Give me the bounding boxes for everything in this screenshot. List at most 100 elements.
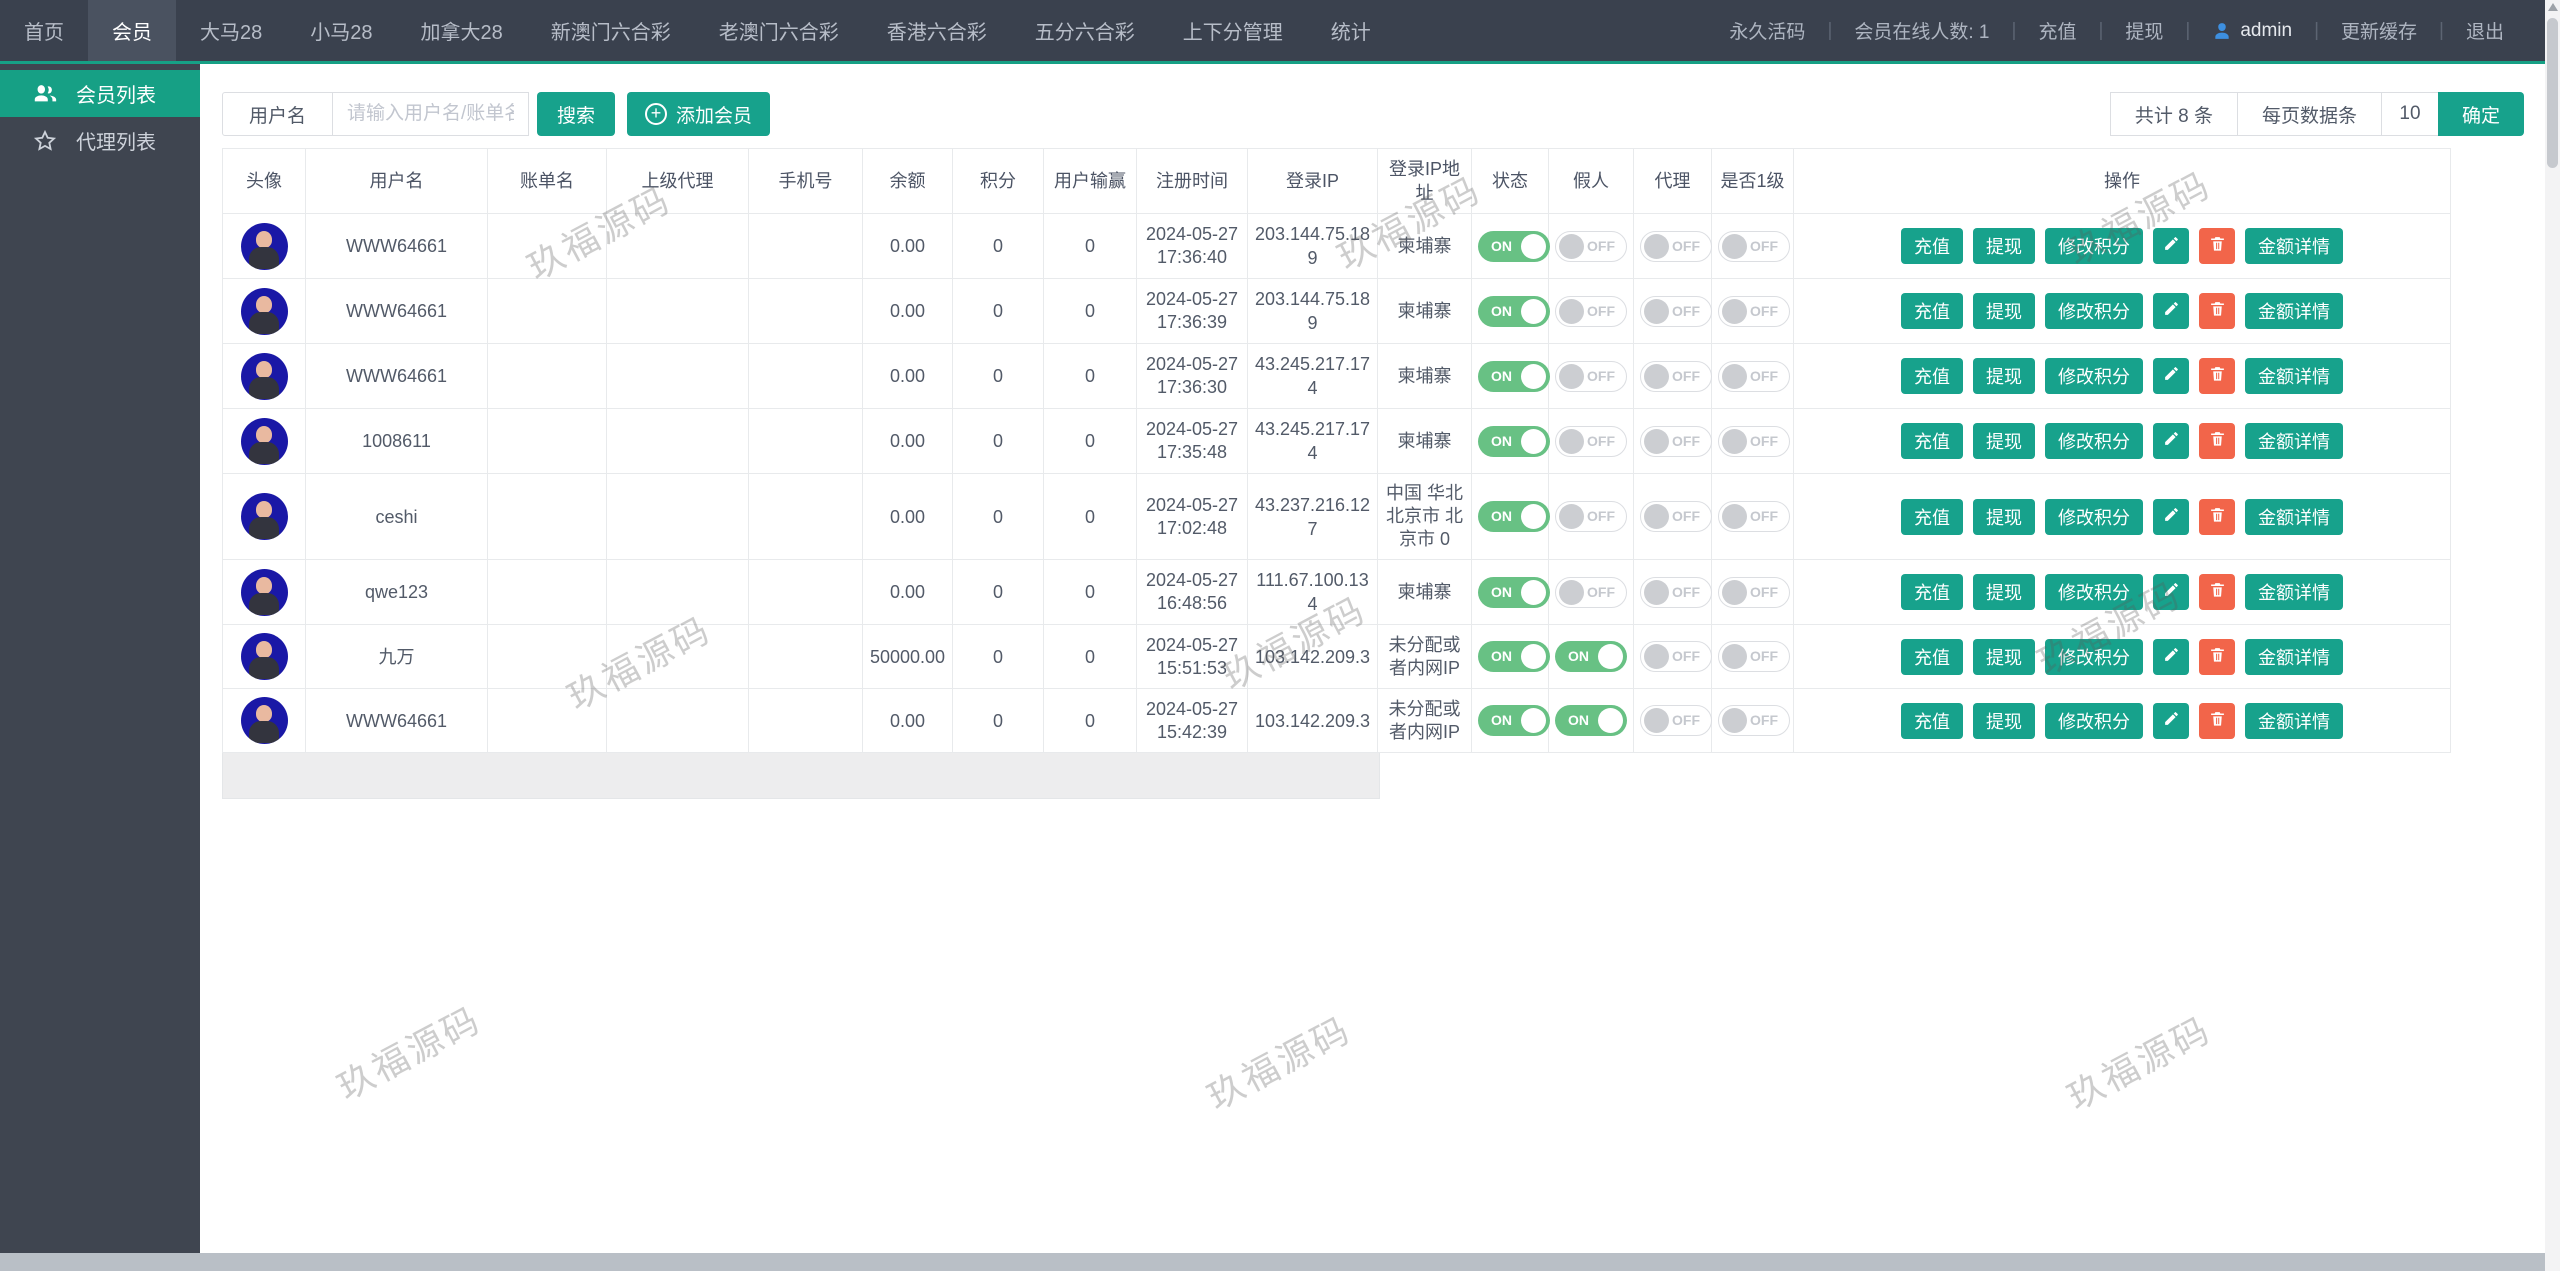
- level1-toggle[interactable]: OFF: [1718, 577, 1790, 608]
- fake-user-toggle[interactable]: ON: [1555, 705, 1627, 736]
- logout-link[interactable]: 退出: [2417, 17, 2504, 44]
- nav-menu-item[interactable]: 老澳门六合彩: [695, 0, 863, 61]
- withdraw-button[interactable]: 提现: [1973, 228, 2035, 264]
- fake-user-toggle[interactable]: OFF: [1555, 296, 1627, 327]
- edit-button[interactable]: [2153, 703, 2189, 739]
- withdraw-button[interactable]: 提现: [1973, 703, 2035, 739]
- amount-details-button[interactable]: 金额详情: [2245, 639, 2343, 675]
- level1-toggle[interactable]: OFF: [1718, 426, 1790, 457]
- edit-button[interactable]: [2153, 293, 2189, 329]
- recharge-button[interactable]: 充值: [1901, 293, 1963, 329]
- search-input[interactable]: [333, 92, 529, 136]
- level1-toggle[interactable]: OFF: [1718, 296, 1790, 327]
- status-toggle[interactable]: ON: [1478, 361, 1550, 392]
- recharge-button[interactable]: 充值: [1901, 574, 1963, 610]
- agent-toggle[interactable]: OFF: [1640, 296, 1712, 327]
- fake-user-toggle[interactable]: OFF: [1555, 231, 1627, 262]
- modify-points-button[interactable]: 修改积分: [2045, 358, 2143, 394]
- edit-button[interactable]: [2153, 639, 2189, 675]
- status-toggle[interactable]: ON: [1478, 577, 1550, 608]
- nav-menu-item[interactable]: 会员: [88, 0, 176, 61]
- agent-toggle[interactable]: OFF: [1640, 231, 1712, 262]
- amount-details-button[interactable]: 金额详情: [2245, 574, 2343, 610]
- level1-toggle[interactable]: OFF: [1718, 361, 1790, 392]
- fake-user-toggle[interactable]: OFF: [1555, 361, 1627, 392]
- level1-toggle[interactable]: OFF: [1718, 501, 1790, 532]
- recharge-button[interactable]: 充值: [1901, 423, 1963, 459]
- recharge-button[interactable]: 充值: [1901, 639, 1963, 675]
- modify-points-button[interactable]: 修改积分: [2045, 639, 2143, 675]
- amount-details-button[interactable]: 金额详情: [2245, 228, 2343, 264]
- agent-toggle[interactable]: OFF: [1640, 361, 1712, 392]
- nav-menu-item[interactable]: 小马28: [286, 0, 396, 61]
- search-button[interactable]: 搜索: [537, 92, 615, 136]
- confirm-button[interactable]: 确定: [2438, 92, 2524, 136]
- edit-button[interactable]: [2153, 358, 2189, 394]
- scrollbar-thumb[interactable]: [2547, 18, 2558, 168]
- modify-points-button[interactable]: 修改积分: [2045, 703, 2143, 739]
- amount-details-button[interactable]: 金额详情: [2245, 423, 2343, 459]
- agent-toggle[interactable]: OFF: [1640, 705, 1712, 736]
- per-page-input[interactable]: [2381, 92, 2439, 136]
- level1-toggle[interactable]: OFF: [1718, 705, 1790, 736]
- modify-points-button[interactable]: 修改积分: [2045, 293, 2143, 329]
- edit-button[interactable]: [2153, 423, 2189, 459]
- nav-menu-item[interactable]: 香港六合彩: [863, 0, 1011, 61]
- amount-details-button[interactable]: 金额详情: [2245, 293, 2343, 329]
- edit-button[interactable]: [2153, 228, 2189, 264]
- amount-details-button[interactable]: 金额详情: [2245, 358, 2343, 394]
- status-toggle[interactable]: ON: [1478, 705, 1550, 736]
- fake-user-toggle[interactable]: OFF: [1555, 426, 1627, 457]
- edit-button[interactable]: [2153, 574, 2189, 610]
- status-toggle[interactable]: ON: [1478, 296, 1550, 327]
- delete-button[interactable]: [2199, 293, 2235, 329]
- sidebar-item-agent-list[interactable]: 代理列表: [0, 117, 200, 164]
- withdraw-button[interactable]: 提现: [1973, 358, 2035, 394]
- modify-points-button[interactable]: 修改积分: [2045, 499, 2143, 535]
- delete-button[interactable]: [2199, 639, 2235, 675]
- recharge-link[interactable]: 充值: [1990, 17, 2077, 44]
- delete-button[interactable]: [2199, 358, 2235, 394]
- recharge-button[interactable]: 充值: [1901, 499, 1963, 535]
- nav-menu-item[interactable]: 大马28: [176, 0, 286, 61]
- withdraw-button[interactable]: 提现: [1973, 423, 2035, 459]
- delete-button[interactable]: [2199, 228, 2235, 264]
- agent-toggle[interactable]: OFF: [1640, 501, 1712, 532]
- amount-details-button[interactable]: 金额详情: [2245, 499, 2343, 535]
- agent-toggle[interactable]: OFF: [1640, 426, 1712, 457]
- vertical-scrollbar[interactable]: [2545, 0, 2560, 1271]
- delete-button[interactable]: [2199, 703, 2235, 739]
- withdraw-button[interactable]: 提现: [1973, 499, 2035, 535]
- withdraw-button[interactable]: 提现: [1973, 639, 2035, 675]
- amount-details-button[interactable]: 金额详情: [2245, 703, 2343, 739]
- nav-menu-item[interactable]: 上下分管理: [1159, 0, 1307, 61]
- modify-points-button[interactable]: 修改积分: [2045, 228, 2143, 264]
- delete-button[interactable]: [2199, 499, 2235, 535]
- delete-button[interactable]: [2199, 574, 2235, 610]
- recharge-button[interactable]: 充值: [1901, 358, 1963, 394]
- withdraw-button[interactable]: 提现: [1973, 293, 2035, 329]
- refresh-cache-link[interactable]: 更新缓存: [2292, 17, 2417, 44]
- fake-user-toggle[interactable]: OFF: [1555, 501, 1627, 532]
- agent-toggle[interactable]: OFF: [1640, 641, 1712, 672]
- delete-button[interactable]: [2199, 423, 2235, 459]
- nav-menu-item[interactable]: 首页: [0, 0, 88, 61]
- withdraw-button[interactable]: 提现: [1973, 574, 2035, 610]
- status-toggle[interactable]: ON: [1478, 501, 1550, 532]
- permanent-code-link[interactable]: 永久活码: [1729, 17, 1805, 44]
- admin-account[interactable]: admin: [2163, 20, 2292, 42]
- modify-points-button[interactable]: 修改积分: [2045, 574, 2143, 610]
- recharge-button[interactable]: 充值: [1901, 228, 1963, 264]
- status-toggle[interactable]: ON: [1478, 641, 1550, 672]
- nav-menu-item[interactable]: 统计: [1307, 0, 1395, 61]
- level1-toggle[interactable]: OFF: [1718, 231, 1790, 262]
- agent-toggle[interactable]: OFF: [1640, 577, 1712, 608]
- nav-menu-item[interactable]: 新澳门六合彩: [527, 0, 695, 61]
- withdraw-link[interactable]: 提现: [2076, 17, 2163, 44]
- status-toggle[interactable]: ON: [1478, 426, 1550, 457]
- fake-user-toggle[interactable]: ON: [1555, 641, 1627, 672]
- nav-menu-item[interactable]: 加拿大28: [397, 0, 527, 61]
- level1-toggle[interactable]: OFF: [1718, 641, 1790, 672]
- nav-menu-item[interactable]: 五分六合彩: [1011, 0, 1159, 61]
- status-toggle[interactable]: ON: [1478, 231, 1550, 262]
